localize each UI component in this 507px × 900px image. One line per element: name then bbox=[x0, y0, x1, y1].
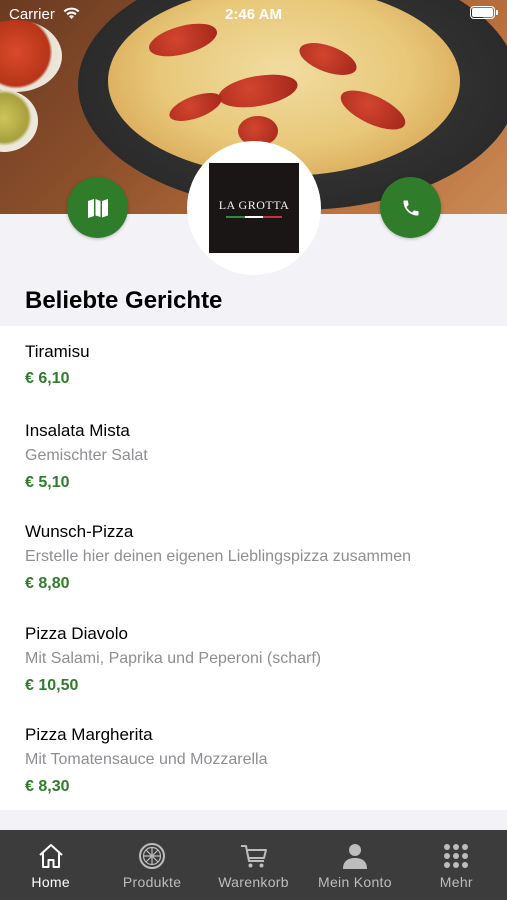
dish-name: Wunsch-Pizza bbox=[25, 522, 134, 541]
dish-description: Gemischter Salat bbox=[25, 447, 148, 464]
tab-label: Warenkorb bbox=[218, 874, 289, 890]
dish-item-tiramisu[interactable]: Tiramisu € 6,10 bbox=[25, 341, 495, 390]
italian-flag-stripe bbox=[226, 216, 283, 218]
tab-label: Mein Konto bbox=[318, 874, 392, 890]
tab-mein-konto[interactable]: Mein Konto bbox=[304, 830, 405, 900]
person-icon bbox=[342, 844, 367, 869]
dish-name: Pizza Margherita bbox=[25, 725, 153, 744]
dish-name: Pizza Diavolo bbox=[25, 624, 128, 643]
tab-mehr[interactable]: Mehr bbox=[406, 830, 507, 900]
olive-bowl bbox=[0, 90, 38, 152]
map-icon bbox=[87, 198, 108, 218]
tab-label: Produkte bbox=[122, 874, 182, 890]
dish-list: Tiramisu € 6,10 Insalata Mista Gemischte… bbox=[0, 326, 507, 810]
dish-description: Mit Salami, Paprika und Peperoni (scharf… bbox=[25, 650, 322, 667]
dish-item-pizza-diavolo[interactable]: Pizza Diavolo Mit Salami, Paprika und Pe… bbox=[25, 623, 495, 697]
tomato-bowl bbox=[0, 20, 62, 92]
tab-produkte[interactable]: Produkte bbox=[101, 830, 202, 900]
section-title: Beliebte Gerichte bbox=[25, 287, 223, 314]
dish-price: € 8,80 bbox=[25, 575, 70, 592]
map-button[interactable] bbox=[67, 177, 128, 238]
status-time: 2:46 AM bbox=[225, 6, 282, 23]
tab-label: Home bbox=[31, 874, 70, 890]
grid-icon bbox=[444, 844, 469, 868]
dish-description: Erstelle hier deinen eigenen Lieblingspi… bbox=[25, 548, 412, 565]
tab-home[interactable]: Home bbox=[0, 830, 101, 900]
call-button[interactable] bbox=[380, 177, 441, 238]
dish-item-insalata-mista[interactable]: Insalata Mista Gemischter Salat € 5,10 bbox=[25, 420, 495, 494]
dish-price: € 8,30 bbox=[25, 778, 70, 795]
dish-price: € 5,10 bbox=[25, 474, 70, 491]
restaurant-logo: LA GROTTA bbox=[187, 141, 321, 275]
battery-icon bbox=[470, 6, 498, 19]
logo-text: LA GROTTA bbox=[218, 198, 290, 212]
dish-price: € 10,50 bbox=[25, 677, 79, 694]
phone-icon bbox=[403, 200, 418, 215]
status-bar: Carrier 2:46 AM bbox=[0, 0, 507, 28]
tab-bar: Home Produkte Warenkorb Mein Konto Mehr bbox=[0, 830, 507, 900]
dish-name: Insalata Mista bbox=[25, 421, 130, 440]
dish-name: Tiramisu bbox=[25, 342, 90, 361]
dish-price: € 6,10 bbox=[25, 370, 70, 387]
logo-badge: LA GROTTA bbox=[209, 163, 299, 253]
dish-description: Mit Tomatensauce und Mozzarella bbox=[25, 751, 268, 768]
cart-icon bbox=[240, 845, 267, 868]
home-icon bbox=[39, 844, 63, 868]
tab-warenkorb[interactable]: Warenkorb bbox=[203, 830, 304, 900]
tab-label: Mehr bbox=[439, 874, 473, 890]
dish-item-pizza-margherita[interactable]: Pizza Margherita Mit Tomatensauce und Mo… bbox=[25, 724, 495, 798]
pizza-icon bbox=[139, 843, 166, 869]
dish-item-wunsch-pizza[interactable]: Wunsch-Pizza Erstelle hier deinen eigene… bbox=[25, 521, 495, 595]
